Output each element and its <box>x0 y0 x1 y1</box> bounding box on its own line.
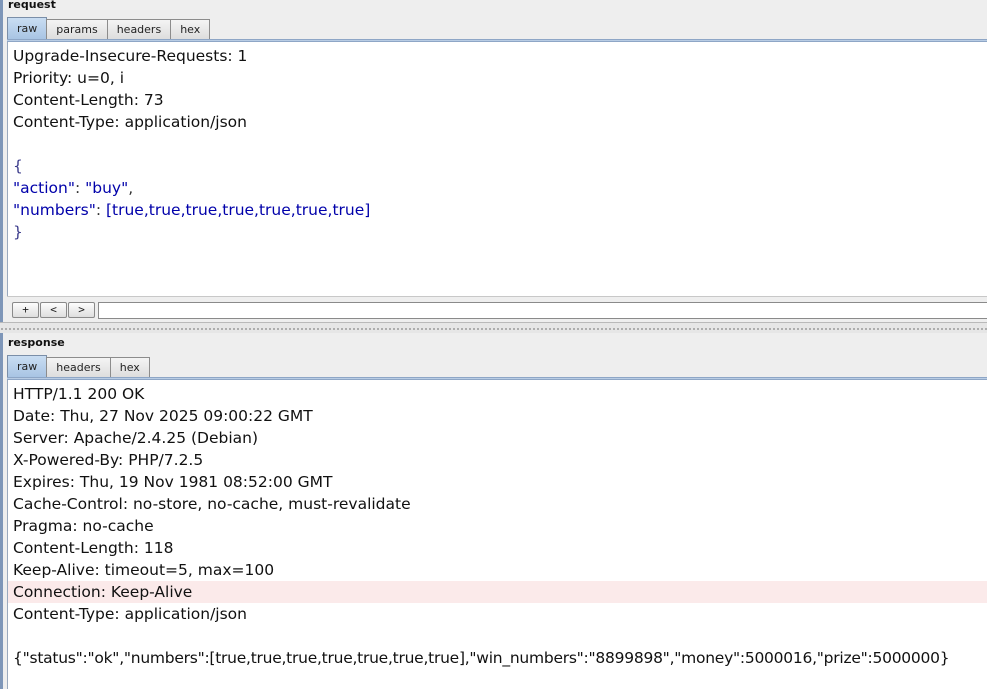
json-action-line: "action": "buy", <box>13 179 134 197</box>
request-header-line: Priority: u=0, i <box>13 69 125 87</box>
response-title: response <box>8 336 65 349</box>
json-open-brace: { <box>13 157 23 175</box>
tab-response-headers[interactable]: headers <box>46 357 111 378</box>
request-title: request <box>8 0 56 11</box>
response-tabs: raw headers hex <box>7 355 150 378</box>
request-header-line: Content-Type: application/json <box>13 113 247 131</box>
request-panel: request raw params headers hex Upgrade-I… <box>0 0 987 322</box>
json-numbers-value: [true,true,true,true,true,true,true] <box>105 201 371 219</box>
tab-response-raw[interactable]: raw <box>7 355 48 378</box>
splitter-grip-icon <box>0 327 987 330</box>
add-button[interactable]: + <box>12 302 39 318</box>
response-line: Server: Apache/2.4.25 (Debian) <box>13 429 259 447</box>
response-line: Content-Length: 118 <box>13 539 174 557</box>
request-header-line: Content-Length: 73 <box>13 91 164 109</box>
response-line: X-Powered-By: PHP/7.2.5 <box>13 451 204 469</box>
response-line: Keep-Alive: timeout=5, max=100 <box>13 561 275 579</box>
response-line: HTTP/1.1 200 OK <box>13 385 145 403</box>
tab-request-hex[interactable]: hex <box>170 19 211 40</box>
json-numbers-key: "numbers" <box>13 201 96 219</box>
response-left-border <box>0 333 3 689</box>
json-action-value: "buy" <box>85 179 129 197</box>
response-line-highlighted: Connection: Keep-Alive <box>13 583 193 601</box>
response-line: Cache-Control: no-store, no-cache, must-… <box>13 495 411 513</box>
previous-button[interactable]: < <box>40 302 67 318</box>
response-raw-viewer[interactable]: HTTP/1.1 200 OK Date: Thu, 27 Nov 2025 0… <box>7 380 987 689</box>
tab-request-raw[interactable]: raw <box>7 17 48 40</box>
json-numbers-line: "numbers": [true,true,true,true,true,tru… <box>13 201 371 219</box>
json-close-brace: } <box>13 223 23 241</box>
response-line: Date: Thu, 27 Nov 2025 09:00:22 GMT <box>13 407 313 425</box>
request-raw-editor[interactable]: Upgrade-Insecure-Requests: 1 Priority: u… <box>7 42 987 296</box>
response-json-body: {"status":"ok","numbers":[true,true,true… <box>13 649 950 667</box>
request-tabs: raw params headers hex <box>7 17 211 40</box>
next-button[interactable]: > <box>68 302 95 318</box>
tab-request-headers[interactable]: headers <box>106 19 172 40</box>
request-search-toolbar: + < > <box>7 296 987 322</box>
response-line: Expires: Thu, 19 Nov 1981 08:52:00 GMT <box>13 473 333 491</box>
response-line: Content-Type: application/json <box>13 605 247 623</box>
search-input[interactable] <box>98 302 987 319</box>
response-line: Pragma: no-cache <box>13 517 154 535</box>
panel-splitter[interactable] <box>0 322 987 333</box>
tab-response-hex[interactable]: hex <box>109 357 150 378</box>
request-header-line: Upgrade-Insecure-Requests: 1 <box>13 47 248 65</box>
json-action-key: "action" <box>13 179 75 197</box>
tab-request-params[interactable]: params <box>46 19 108 40</box>
